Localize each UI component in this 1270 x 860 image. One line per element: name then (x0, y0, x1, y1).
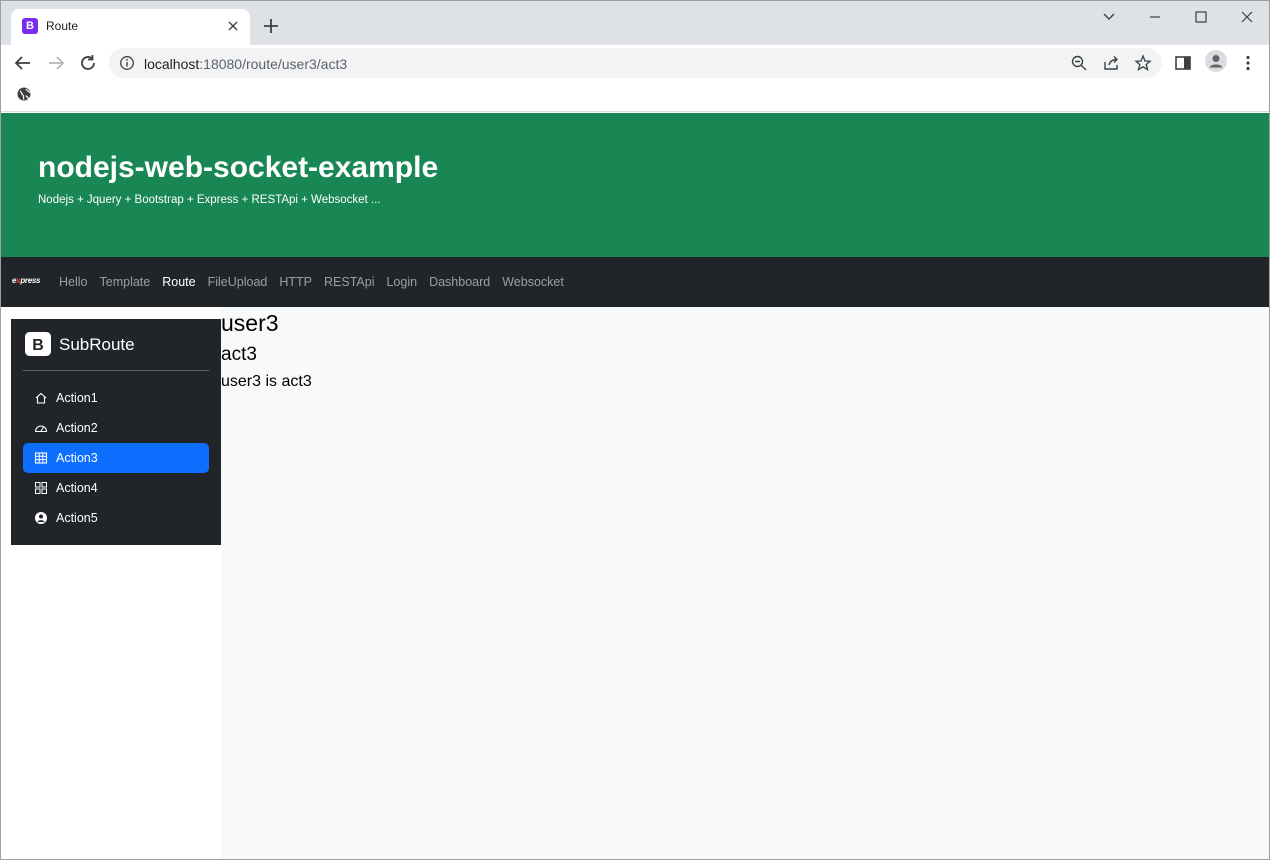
nav-link-restapi[interactable]: RESTApi (324, 275, 374, 289)
action-heading: act3 (221, 344, 257, 365)
url-path: :18080/route/user3/act3 (199, 56, 348, 72)
hero-banner: nodejs-web-socket-example Nodejs + Jquer… (1, 113, 1269, 257)
browser-window: B Route localhost:18080/route/user3/act3… (0, 0, 1270, 860)
brand-suffix: press (20, 276, 41, 285)
nav-link-http[interactable]: HTTP (279, 275, 312, 289)
url-text: localhost:18080/route/user3/act3 (144, 56, 347, 72)
logo-letter: B (32, 337, 44, 354)
nav-link-route[interactable]: Route (162, 275, 195, 289)
site-info-icon[interactable] (119, 55, 135, 71)
sidebar-item-label: Action2 (56, 421, 98, 435)
sidebar-item-action3[interactable]: Action3 (23, 443, 209, 473)
nav-link-login[interactable]: Login (386, 275, 417, 289)
main-content-area (221, 307, 1269, 859)
house-icon (35, 392, 47, 404)
hero-subtitle: Nodejs + Jquery + Bootstrap + Express + … (38, 194, 381, 206)
sidebar-item-action1[interactable]: Action1 (23, 383, 209, 413)
maximize-icon[interactable] (1191, 7, 1211, 27)
sidebar-item-action4[interactable]: Action4 (23, 473, 209, 503)
nav-link-fileupload[interactable]: FileUpload (208, 275, 268, 289)
side-panel-icon[interactable] (1173, 53, 1193, 73)
reload-icon[interactable] (77, 52, 99, 74)
nav-link-hello[interactable]: Hello (59, 275, 88, 289)
sidebar-item-action5[interactable]: Action5 (23, 503, 209, 533)
minimize-icon[interactable] (1145, 7, 1165, 27)
sidebar-item-label: Action5 (56, 511, 98, 525)
nav-links: Hello Template Route FileUpload HTTP RES… (59, 275, 564, 289)
browser-tab[interactable]: B Route (11, 9, 250, 45)
nav-link-dashboard[interactable]: Dashboard (429, 275, 490, 289)
person-circle-icon (35, 512, 47, 524)
bookmark-bar (1, 81, 1269, 112)
sidebar-divider (23, 370, 209, 371)
browser-toolbar: localhost:18080/route/user3/act3 (1, 45, 1269, 81)
new-tab-icon[interactable] (261, 16, 281, 36)
bookmark-star-icon[interactable] (1134, 54, 1152, 72)
close-tab-icon[interactable] (225, 18, 241, 34)
table-icon (34, 452, 48, 464)
profile-avatar-icon[interactable] (1205, 50, 1227, 72)
sidebar-item-label: Action1 (56, 391, 98, 405)
back-arrow-icon[interactable] (12, 52, 34, 74)
bootstrap-favicon-icon: B (22, 18, 38, 34)
url-host: localhost (144, 56, 200, 72)
user-heading: user3 (221, 310, 279, 336)
zoom-icon[interactable] (1070, 54, 1088, 72)
sidebar-item-label: Action3 (56, 451, 98, 465)
share-icon[interactable] (1102, 54, 1120, 72)
grid-icon (35, 482, 47, 494)
address-bar[interactable]: localhost:18080/route/user3/act3 (109, 48, 1162, 78)
nav-link-template[interactable]: Template (100, 275, 151, 289)
express-logo[interactable]: express (12, 276, 40, 285)
speedometer-icon (34, 425, 48, 433)
subroute-sidebar: B SubRoute Action1 Action2 Action3 Actio… (11, 319, 221, 545)
tab-search-chevron-icon[interactable] (1099, 7, 1119, 27)
forward-arrow-icon[interactable] (45, 52, 67, 74)
browser-menu-icon[interactable] (1238, 53, 1258, 73)
sidebar-item-label: Action4 (56, 481, 98, 495)
sidebar-item-action2[interactable]: Action2 (23, 413, 209, 443)
nav-link-websocket[interactable]: Websocket (502, 275, 564, 289)
globe-icon[interactable] (16, 86, 32, 102)
hero-title: nodejs-web-socket-example (38, 151, 439, 184)
status-message: user3 is act3 (221, 373, 312, 390)
web-page: nodejs-web-socket-example Nodejs + Jquer… (1, 113, 1269, 859)
person-icon (1209, 55, 1223, 68)
sidebar-title[interactable]: SubRoute (59, 335, 135, 355)
tab-strip: B Route (1, 1, 1269, 45)
close-window-icon[interactable] (1237, 7, 1257, 27)
bootstrap-logo-icon[interactable]: B (24, 331, 52, 357)
top-navbar: express Hello Template Route FileUpload … (1, 257, 1269, 307)
tab-title: Route (46, 19, 79, 33)
